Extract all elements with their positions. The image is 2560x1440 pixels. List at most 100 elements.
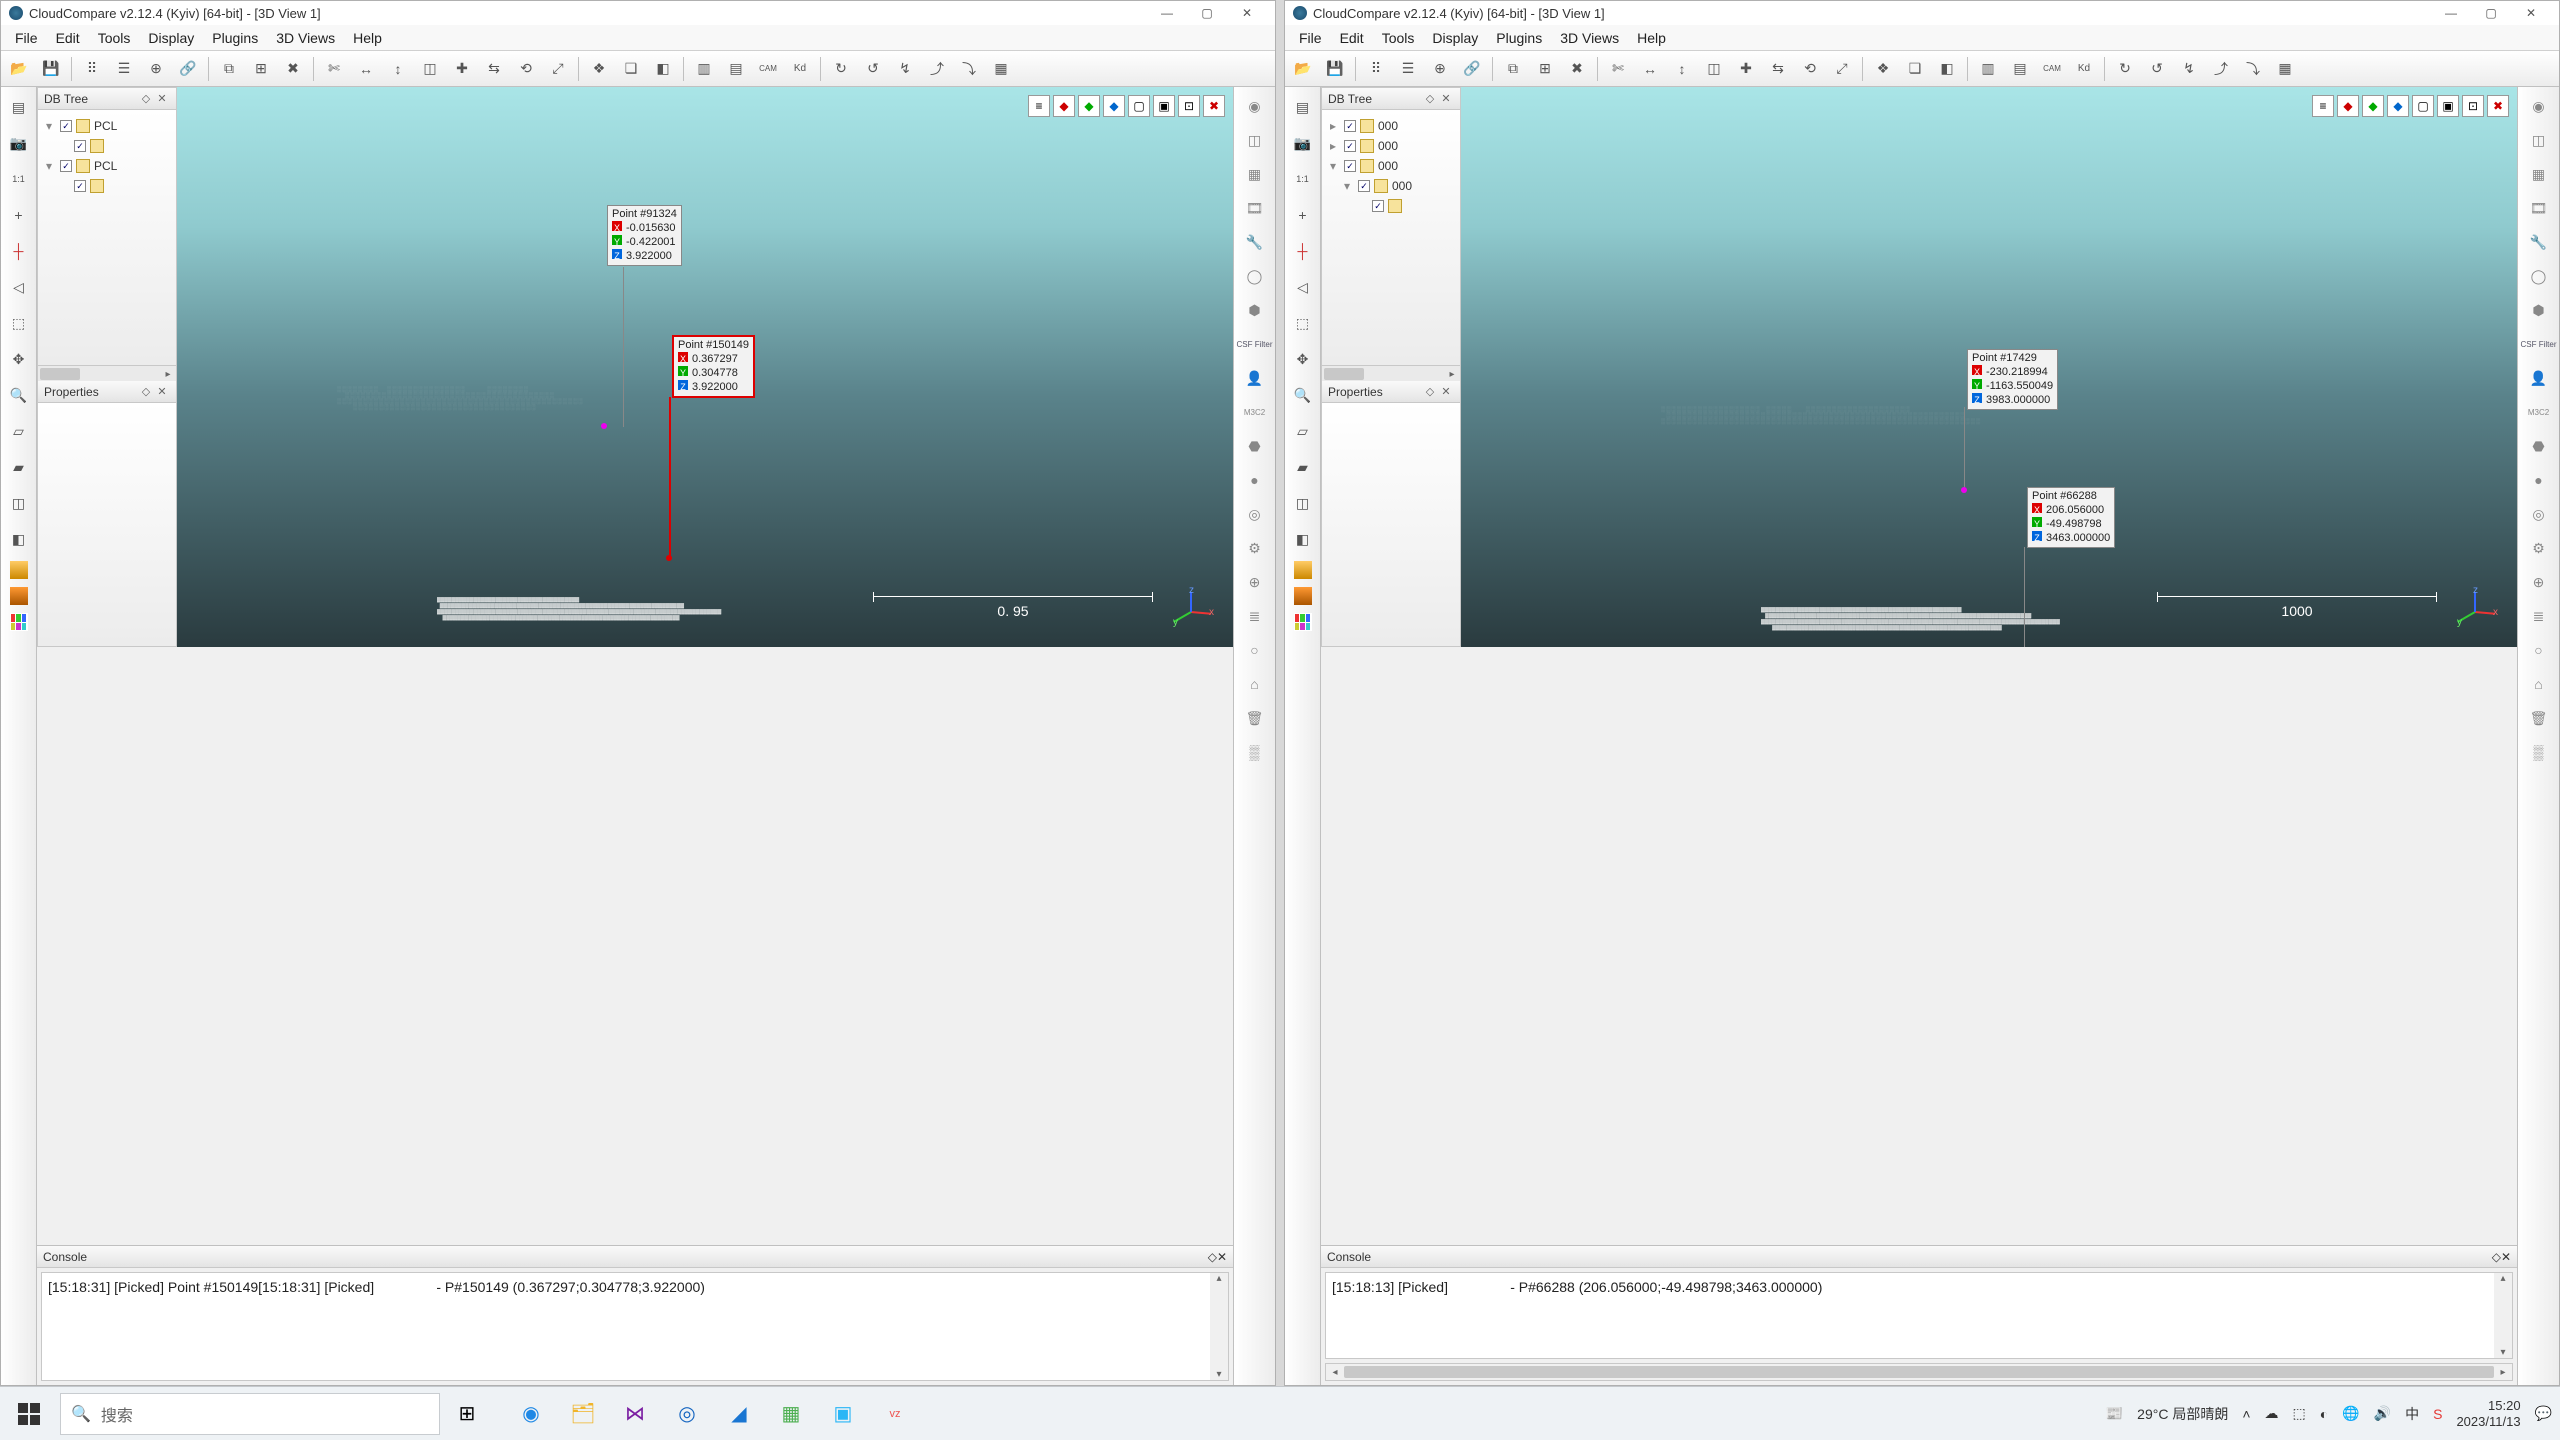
vs-icon[interactable]: ⋈ [618,1397,652,1431]
undock-icon[interactable]: ◇ [138,91,154,107]
zoom-icon[interactable]: 🔍 [5,381,33,409]
target-icon[interactable]: ⊕ [1240,569,1270,595]
person-icon[interactable]: 👤 [2524,365,2554,391]
home-icon[interactable]: ⌂ [2524,671,2554,697]
delete-icon[interactable]: ✖ [279,55,307,83]
legend-icon[interactable]: ≡ [2312,95,2334,117]
tool6-icon[interactable]: ⇆ [1764,55,1792,83]
taskbar-search[interactable]: 🔍 搜索 [60,1393,440,1435]
plus-icon[interactable]: + [5,201,33,229]
sphere-icon[interactable]: ◉ [1240,93,1270,119]
kd-icon[interactable]: Kd [786,55,814,83]
cube2-icon[interactable]: ▦ [1240,161,1270,187]
list-icon[interactable]: ☰ [1394,55,1422,83]
box3-icon[interactable]: ◫ [1289,489,1317,517]
hist2-icon[interactable]: ▤ [722,55,750,83]
maximize-button[interactable]: ▢ [1187,1,1227,25]
seg-icon[interactable]: ↯ [2175,55,2203,83]
menu-3dviews[interactable]: 3D Views [1552,28,1627,48]
cam-icon[interactable]: CAM [754,55,782,83]
gear-icon[interactable]: ⚙ [2524,535,2554,561]
ring2-icon[interactable]: ○ [1240,637,1270,663]
trash-icon[interactable]: 🗑 [2524,705,2554,731]
tool7-icon[interactable]: ⟲ [1796,55,1824,83]
tool5-icon[interactable]: ✚ [1732,55,1760,83]
circle-icon[interactable]: ◯ [1240,263,1270,289]
tree-row[interactable]: ✓ [1326,196,1456,216]
menu-tools[interactable]: Tools [90,28,139,48]
seg3-icon[interactable]: ⤵ [2239,55,2267,83]
win2-icon[interactable]: ▣ [2437,95,2459,117]
tree-hscroll[interactable]: ◂▸ [38,365,176,381]
layers-icon[interactable]: ≣ [2524,603,2554,629]
tree-row[interactable]: ▾✓PCL [42,156,172,176]
camera-icon[interactable]: 📷 [1289,129,1317,157]
titlebar[interactable]: CloudCompare v2.12.4 (Kyiv) [64-bit] - [… [1285,1,2559,25]
back-view-icon[interactable] [1294,587,1312,605]
points-icon[interactable]: ⠿ [78,55,106,83]
dock-close-icon[interactable]: ✕ [154,384,170,400]
gear-icon[interactable]: ⚙ [1240,535,1270,561]
wrench-icon[interactable]: 🔧 [1240,229,1270,255]
minimize-button[interactable]: — [1147,1,1187,25]
rot-icon[interactable]: ↻ [827,55,855,83]
back-view-icon[interactable] [10,587,28,605]
scale-icon[interactable]: 1:1 [5,165,33,193]
box4-icon[interactable]: ◧ [1289,525,1317,553]
tool9-icon[interactable]: ❖ [585,55,613,83]
undock-icon[interactable]: ◇ [1422,91,1438,107]
undock-icon[interactable]: ◇ [1208,1250,1217,1264]
box1-icon[interactable]: ▱ [5,417,33,445]
tool-icon[interactable]: ✄ [320,55,348,83]
console-body[interactable]: [15:18:31] [Picked] Point #150149 [15:18… [41,1272,1229,1381]
seg2-icon[interactable]: ⤴ [923,55,951,83]
link-icon[interactable]: 🔗 [174,55,202,83]
tree-row[interactable]: ✓ [42,136,172,156]
box4-icon[interactable]: ◧ [5,525,33,553]
ime-icon[interactable]: 中 [2405,1404,2419,1424]
win1-icon[interactable]: ▢ [1128,95,1150,117]
target-icon[interactable]: ⊕ [2524,569,2554,595]
open-icon[interactable]: 📂 [1289,55,1317,83]
front-view-icon[interactable] [1294,561,1312,579]
tree-row[interactable]: ▸✓000 [1326,136,1456,156]
maximize-button[interactable]: ▢ [2471,1,2511,25]
dot-icon[interactable]: ● [1240,467,1270,493]
delete-icon[interactable]: ✖ [1563,55,1591,83]
shield-icon[interactable]: ⬢ [2524,297,2554,323]
menu-file[interactable]: File [1291,28,1330,48]
menu-tools[interactable]: Tools [1374,28,1423,48]
taskview-icon[interactable]: ⊞ [450,1397,484,1431]
link-icon[interactable]: 🔗 [1458,55,1486,83]
trash-icon[interactable]: 🗑 [1240,705,1270,731]
tray-sogou-icon[interactable]: S [2433,1406,2442,1422]
shield2-icon[interactable]: ⬣ [2524,433,2554,459]
tool6-icon[interactable]: ⇆ [480,55,508,83]
hist-icon[interactable]: ▥ [1974,55,2002,83]
csf-filter-button[interactable]: CSF Filter [1240,331,1270,357]
merge-icon[interactable]: ⊞ [247,55,275,83]
color-dots-icon[interactable] [1294,613,1312,631]
snap-icon[interactable]: ⊡ [1178,95,1200,117]
volume-icon[interactable]: 🔊 [2374,1405,2391,1422]
viewport-3d[interactable]: ≡ ◆ ◆ ◆ ▢ ▣ ⊡ ✖ ░░░░░░░░ ░░░░░░░░░░░░░░░… [177,87,1233,647]
merge-icon[interactable]: ⊞ [1531,55,1559,83]
clock[interactable]: 15:20 2023/11/13 [2456,1398,2520,1430]
grid-icon[interactable]: ▒ [2524,739,2554,765]
viewport-3d[interactable]: ≡ ◆ ◆ ◆ ▢ ▣ ⊡ ✖ ░░░░░░░░░░░░░░░░░░░ ░░░░… [1461,87,2517,647]
tool11-icon[interactable]: ◧ [649,55,677,83]
tool8-icon[interactable]: ⤢ [544,55,572,83]
tree-row[interactable]: ▸✓000 [1326,116,1456,136]
move-icon[interactable]: ✥ [1289,345,1317,373]
menu-plugins[interactable]: Plugins [1488,28,1550,48]
tool4-icon[interactable]: ◫ [416,55,444,83]
tool7-icon[interactable]: ⟲ [512,55,540,83]
undock-icon[interactable]: ◇ [138,384,154,400]
box2-icon[interactable]: ▰ [5,453,33,481]
menu-display[interactable]: Display [140,28,202,48]
tree-row[interactable]: ▾✓PCL [42,116,172,136]
sphere-icon[interactable]: ◉ [2524,93,2554,119]
console-vscroll[interactable]: ▴▾ [2494,1273,2512,1358]
tool-icon[interactable]: ✄ [1604,55,1632,83]
xcolor-icon[interactable]: ◆ [2337,95,2359,117]
